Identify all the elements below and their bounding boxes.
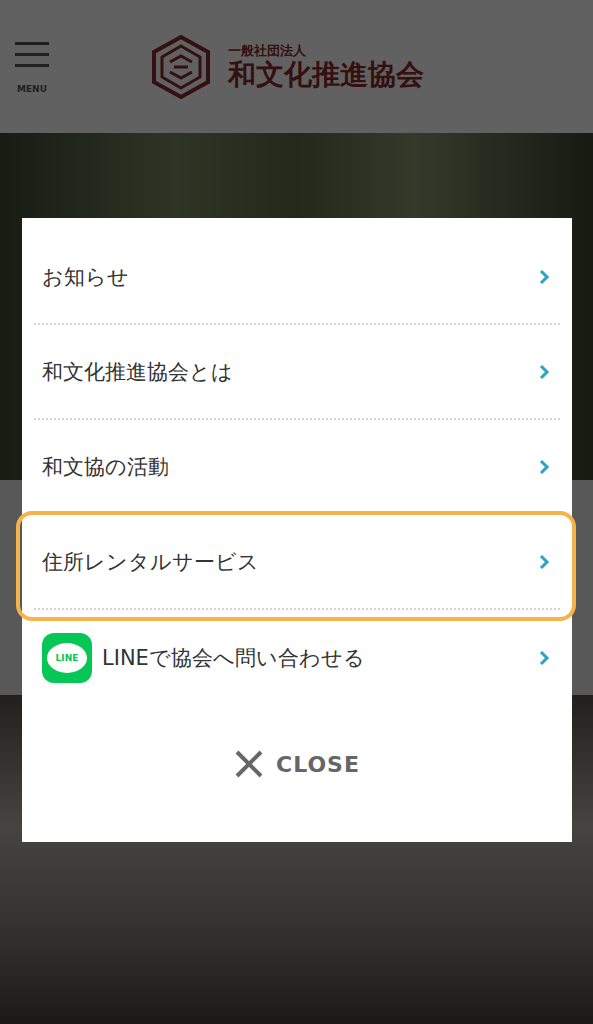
close-label: CLOSE [276,752,360,777]
menu-item-label: お知らせ [42,263,129,291]
menu-item[interactable]: お知らせ [34,230,560,325]
menu-item[interactable]: 和文化推進協会とは [34,325,560,420]
chevron-right-icon [538,554,550,570]
menu-item-label: 和文協の活動 [42,453,169,481]
menu-item-label: 和文化推進協会とは [42,358,233,386]
menu-list: お知らせ 和文化推進協会とは 和文協の活動 住所レンタルサービス LINE LI… [22,230,572,705]
line-logo-icon: LINE [42,633,92,683]
menu-item[interactable]: 住所レンタルサービス [34,515,560,610]
menu-item[interactable]: LINE LINEで協会へ問い合わせる [34,610,560,705]
menu-modal: お知らせ 和文化推進協会とは 和文協の活動 住所レンタルサービス LINE LI… [22,218,572,842]
chevron-right-icon [538,459,550,475]
menu-item-label: 住所レンタルサービス [42,548,259,576]
chevron-right-icon [538,364,550,380]
chevron-right-icon [538,269,550,285]
close-x-icon [234,749,264,779]
chevron-right-icon [538,650,550,666]
close-button[interactable]: CLOSE [22,749,572,779]
menu-item[interactable]: 和文協の活動 [34,420,560,515]
menu-item-label: LINEで協会へ問い合わせる [102,644,365,672]
